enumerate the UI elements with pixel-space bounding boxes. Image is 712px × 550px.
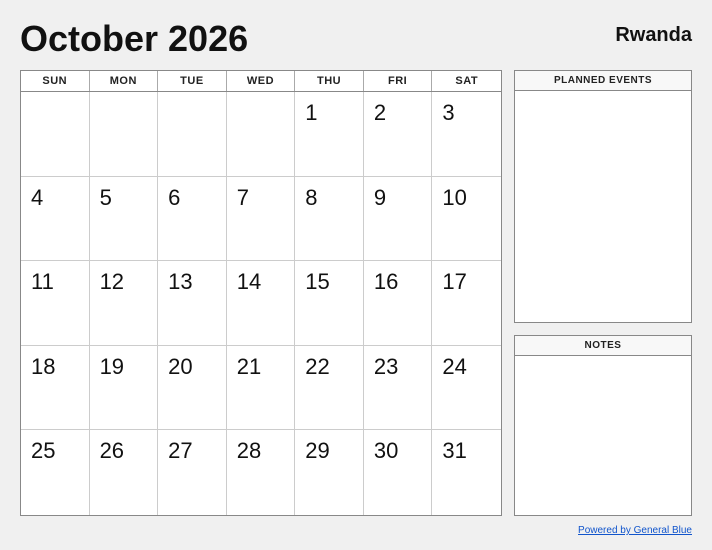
calendar-cell-23: 23 [364, 346, 433, 431]
calendar-cell-17: 17 [432, 261, 501, 346]
day-header-tue: TUE [158, 71, 227, 91]
calendar-cell-2: 2 [364, 92, 433, 177]
calendar-cell-20: 20 [158, 346, 227, 431]
calendar-cell-29: 29 [295, 430, 364, 515]
footer: Powered by General Blue [20, 520, 692, 538]
calendar-cell-9: 9 [364, 177, 433, 262]
day-header-sun: SUN [21, 71, 90, 91]
notes-body [515, 356, 691, 515]
calendar-cell-26: 26 [90, 430, 159, 515]
calendar-cell-22: 22 [295, 346, 364, 431]
calendar-cell-13: 13 [158, 261, 227, 346]
calendar-cell-24: 24 [432, 346, 501, 431]
main-content: SUN MON TUE WED THU FRI SAT 1 2 3 4 5 [20, 70, 692, 516]
planned-events-body [515, 91, 691, 322]
calendar-cell-31: 31 [432, 430, 501, 515]
calendar-cell-7: 7 [227, 177, 296, 262]
planned-events-label: PLANNED EVENTS [515, 71, 691, 91]
calendar-cell-25: 25 [21, 430, 90, 515]
calendar-cell-16: 16 [364, 261, 433, 346]
calendar-grid: 1 2 3 4 5 6 7 8 9 10 11 12 13 14 15 16 1… [21, 92, 501, 515]
calendar-cell-30: 30 [364, 430, 433, 515]
calendar-cell [227, 92, 296, 177]
calendar-cell-28: 28 [227, 430, 296, 515]
calendar-cell-27: 27 [158, 430, 227, 515]
sidebar: PLANNED EVENTS NOTES [514, 70, 692, 516]
calendar-cell [90, 92, 159, 177]
calendar-cell-21: 21 [227, 346, 296, 431]
planned-events-box: PLANNED EVENTS [514, 70, 692, 323]
calendar-cell-4: 4 [21, 177, 90, 262]
calendar-cell-1: 1 [295, 92, 364, 177]
calendar-cell-10: 10 [432, 177, 501, 262]
calendar-cell-5: 5 [90, 177, 159, 262]
calendar-cell-15: 15 [295, 261, 364, 346]
day-header-sat: SAT [432, 71, 501, 91]
calendar-page: October 2026 Rwanda SUN MON TUE WED THU … [0, 0, 712, 550]
month-title: October 2026 [20, 18, 248, 60]
calendar-cell-11: 11 [21, 261, 90, 346]
notes-label: NOTES [515, 336, 691, 356]
calendar-cell-12: 12 [90, 261, 159, 346]
day-header-fri: FRI [364, 71, 433, 91]
calendar-area: SUN MON TUE WED THU FRI SAT 1 2 3 4 5 [20, 70, 502, 516]
day-header-mon: MON [90, 71, 159, 91]
calendar-cell-8: 8 [295, 177, 364, 262]
header: October 2026 Rwanda [20, 18, 692, 60]
calendar-cell-19: 19 [90, 346, 159, 431]
day-header-wed: WED [227, 71, 296, 91]
day-headers: SUN MON TUE WED THU FRI SAT [21, 71, 501, 92]
day-header-thu: THU [295, 71, 364, 91]
calendar-cell [158, 92, 227, 177]
calendar-cell [21, 92, 90, 177]
notes-box: NOTES [514, 335, 692, 516]
calendar-cell-14: 14 [227, 261, 296, 346]
powered-by-link[interactable]: Powered by General Blue [578, 525, 692, 536]
country-name: Rwanda [615, 24, 692, 47]
calendar-cell-6: 6 [158, 177, 227, 262]
calendar-cell-18: 18 [21, 346, 90, 431]
calendar-cell-3: 3 [432, 92, 501, 177]
